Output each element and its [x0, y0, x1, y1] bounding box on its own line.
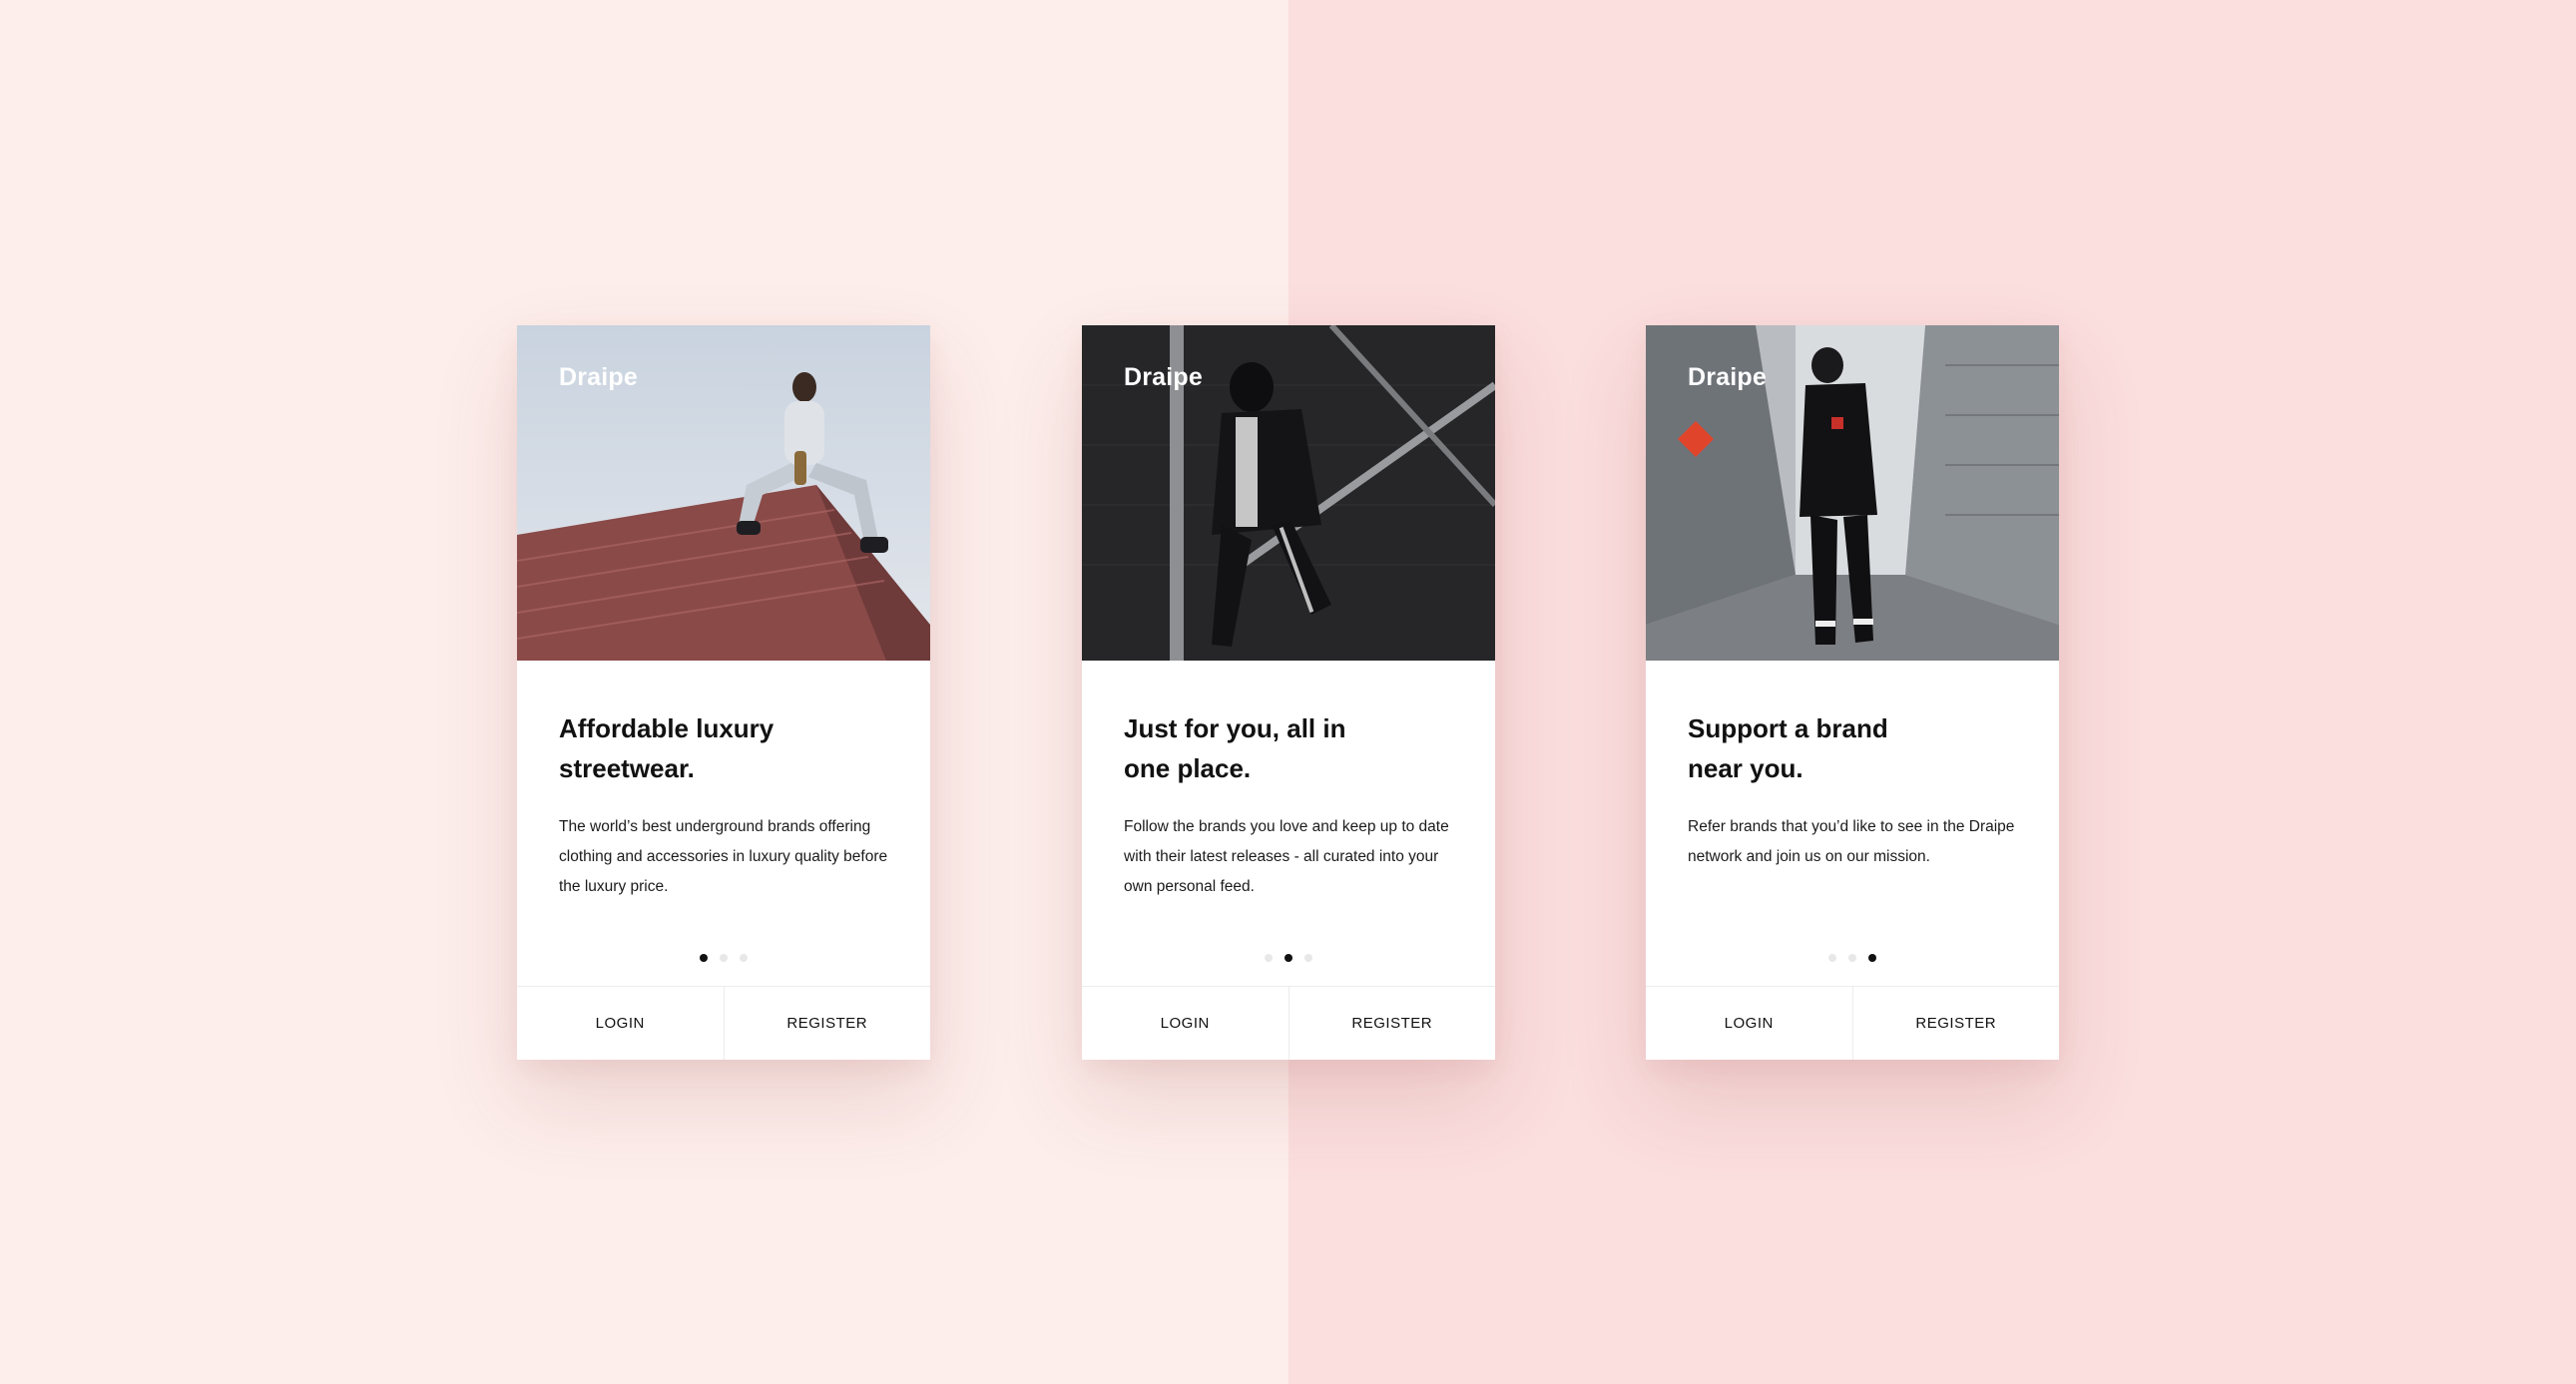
pagination-dot-3[interactable]	[1304, 954, 1312, 962]
hero-image: Draipe	[517, 325, 930, 661]
register-button[interactable]: REGISTER	[1288, 987, 1496, 1060]
login-button[interactable]: LOGIN	[1082, 987, 1288, 1060]
onboarding-card-2: Draipe Just for you, all in one place. F…	[1082, 325, 1495, 1060]
card-headline: Affordable luxury streetwear.	[559, 713, 774, 783]
pagination-dot-1[interactable]	[700, 954, 708, 962]
hero-image: Draipe	[1646, 325, 2059, 661]
card-description: Follow the brands you love and keep up t…	[1124, 818, 1449, 895]
pagination-dot-2[interactable]	[1285, 954, 1292, 962]
pagination-dots	[517, 954, 930, 962]
card-body: Just for you, all in one place. Follow t…	[1082, 661, 1495, 986]
brand-logo: Draipe	[1124, 363, 1204, 391]
pagination-dot-2[interactable]	[1848, 954, 1856, 962]
brand-logo: Draipe	[559, 363, 639, 391]
card-headline: Just for you, all in one place.	[1124, 713, 1346, 783]
onboarding-card-3: Draipe Support a brand near you. Refer b…	[1646, 325, 2059, 1060]
onboarding-card-1: Draipe Affordable luxury streetwear. The…	[517, 325, 930, 1060]
pagination-dot-1[interactable]	[1828, 954, 1836, 962]
auth-actions: LOGIN REGISTER	[1646, 986, 2059, 1060]
pagination-dot-3[interactable]	[740, 954, 748, 962]
pagination-dots	[1646, 954, 2059, 962]
register-button[interactable]: REGISTER	[723, 987, 931, 1060]
card-body: Support a brand near you. Refer brands t…	[1646, 661, 2059, 986]
card-body: Affordable luxury streetwear. The world’…	[517, 661, 930, 986]
pagination-dots	[1082, 954, 1495, 962]
auth-actions: LOGIN REGISTER	[517, 986, 930, 1060]
pagination-dot-2[interactable]	[720, 954, 728, 962]
card-description: Refer brands that you’d like to see in t…	[1688, 818, 2015, 865]
login-button[interactable]: LOGIN	[1646, 987, 1852, 1060]
brand-logo: Draipe	[1688, 363, 1768, 391]
register-button[interactable]: REGISTER	[1851, 987, 2060, 1060]
pagination-dot-3[interactable]	[1868, 954, 1876, 962]
card-description: The world’s best underground brands offe…	[559, 818, 888, 895]
auth-actions: LOGIN REGISTER	[1082, 986, 1495, 1060]
card-headline: Support a brand near you.	[1688, 713, 1888, 783]
hero-image: Draipe	[1082, 325, 1495, 661]
login-button[interactable]: LOGIN	[517, 987, 724, 1060]
pagination-dot-1[interactable]	[1265, 954, 1273, 962]
